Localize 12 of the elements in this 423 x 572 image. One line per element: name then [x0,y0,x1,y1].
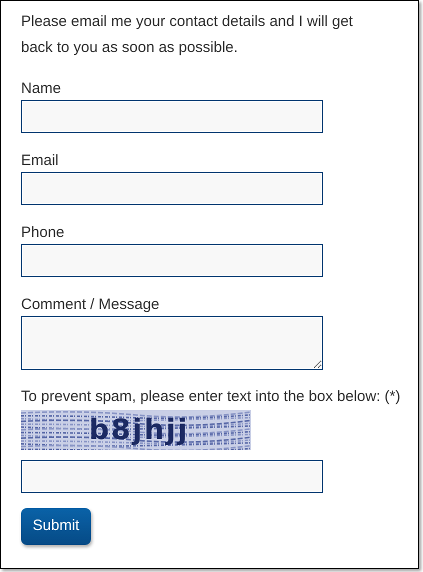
submit-button[interactable]: Submit [21,508,91,545]
text-field[interactable] [21,244,323,277]
intro-text: Please email me your contact details and I will get back to you as soon as possible. [21,12,354,58]
field-label: Email [21,152,60,170]
field-label: Phone [21,224,66,242]
spam-prompt: To prevent spam, please enter text into the box below: (*) [21,388,398,406]
text-field[interactable] [21,172,323,205]
field-label: Name [21,80,62,98]
message-field[interactable] [21,316,323,370]
field-label: Comment / Message [21,296,160,314]
captcha-field[interactable] [21,460,323,493]
text-field[interactable] [21,100,323,133]
